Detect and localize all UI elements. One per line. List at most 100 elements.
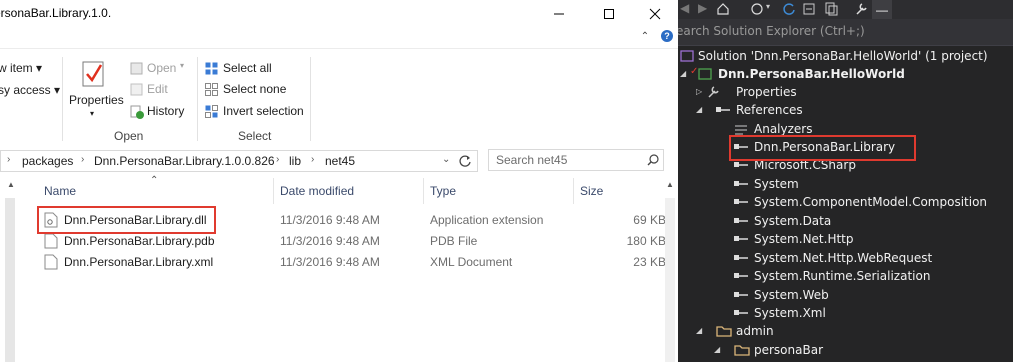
chevron-right-icon: › [81, 154, 85, 165]
select-all-icon [205, 62, 218, 75]
expanded-arrow-icon[interactable]: ◢ [714, 345, 720, 354]
edit-button[interactable]: Edit [130, 82, 168, 96]
maximize-button[interactable] [586, 0, 632, 27]
solution-explorer-panel: ◀ ▶ ▾ — earch Solution Explorer (Ctrl+;)… [678, 0, 1013, 362]
back-icon[interactable]: ◀ [680, 1, 689, 15]
scroll-up-icon[interactable]: ▲ [666, 180, 674, 189]
close-icon [649, 8, 661, 19]
reference-label: System.Runtime.Serialization [754, 269, 931, 283]
reference-label: System [754, 177, 799, 191]
reference-label: System.Net.Http.WebRequest [754, 251, 933, 265]
project-label: Dnn.PersonaBar.HelloWorld [718, 67, 905, 81]
refresh-icon[interactable] [458, 154, 472, 168]
properties-icon [82, 61, 104, 87]
solution-search-input[interactable]: earch Solution Explorer (Ctrl+;) [678, 19, 1013, 46]
solution-icon [680, 50, 694, 62]
open-icon [130, 62, 143, 75]
assembly-reference-icon [734, 255, 748, 260]
show-all-files-icon[interactable] [824, 2, 838, 16]
expanded-arrow-icon[interactable]: ◢ [696, 105, 702, 114]
invert-selection-label: Invert selection [223, 104, 304, 118]
expanded-arrow-icon[interactable]: ◢ [680, 69, 686, 78]
chevron-down-icon[interactable]: ▾ [766, 2, 770, 11]
collapse-ribbon-button[interactable]: ⌃ [638, 29, 652, 43]
file-list-scrollbar[interactable]: ▲ [662, 176, 678, 362]
file-date: 11/3/2016 9:48 AM [280, 234, 380, 248]
column-divider[interactable] [573, 178, 574, 204]
reference-label: System.Net.Http [754, 232, 854, 246]
breadcrumb-lib[interactable]: lib [289, 154, 301, 168]
edit-icon [130, 83, 143, 96]
file-icon [44, 233, 58, 249]
help-button[interactable]: ? [660, 29, 674, 43]
search-icon [647, 154, 659, 166]
assembly-reference-icon [734, 218, 748, 223]
close-button[interactable] [632, 0, 678, 27]
preview-toggle[interactable]: — [872, 0, 892, 19]
analyzer-icon [735, 125, 747, 135]
column-header-type[interactable]: Type [430, 184, 456, 198]
chevron-right-icon: › [276, 154, 280, 165]
history-icon [130, 105, 144, 119]
column-divider[interactable] [423, 178, 424, 204]
scrollbar-thumb[interactable] [5, 198, 15, 362]
wrench-icon[interactable] [854, 2, 868, 16]
chevron-right-icon: › [7, 154, 11, 165]
file-type: Application extension [430, 213, 544, 227]
ribbon-divider [310, 57, 311, 141]
properties-button[interactable]: Properties ▾ [68, 57, 124, 121]
file-row[interactable]: Dnn.PersonaBar.Library.xml 11/3/2016 9:4… [30, 252, 678, 273]
home-icon[interactable] [716, 2, 730, 16]
file-size: 180 KB [626, 234, 666, 248]
minus-icon: — [876, 3, 888, 17]
history-button[interactable]: History [130, 104, 184, 119]
column-header-size[interactable]: Size [580, 184, 603, 198]
file-type: XML Document [430, 255, 513, 269]
chevron-right-icon: › [311, 154, 315, 165]
open-label: Open [147, 61, 177, 75]
new-item-button[interactable]: w item ▾ [0, 61, 42, 75]
address-dropdown-icon[interactable]: ⌄ [442, 154, 450, 165]
minimize-button[interactable] [536, 0, 582, 27]
forward-icon[interactable]: ▶ [698, 1, 707, 15]
reference-label: System.ComponentModel.Composition [754, 195, 988, 209]
nav-pane-scrollbar[interactable]: ▲ [0, 176, 22, 362]
column-header-name[interactable]: Name [44, 184, 76, 198]
file-date: 11/3/2016 9:48 AM [280, 213, 380, 227]
assembly-reference-icon [734, 162, 748, 167]
sync-icon[interactable] [750, 2, 764, 16]
breadcrumb-packages[interactable]: packages [22, 154, 73, 168]
maximize-icon [604, 8, 614, 19]
folder-label: admin [736, 324, 774, 338]
column-divider[interactable] [273, 178, 274, 204]
edit-label: Edit [147, 82, 168, 96]
search-placeholder: Search net45 [496, 153, 568, 167]
new-item-label: w item [0, 61, 33, 75]
refresh-icon[interactable] [782, 2, 796, 16]
scrollbar-track[interactable] [665, 198, 675, 362]
file-size: 23 KB [633, 255, 666, 269]
select-all-label: Select all [223, 61, 272, 75]
open-button[interactable]: Open ▾ [130, 61, 184, 75]
breadcrumb-net45[interactable]: net45 [325, 154, 355, 168]
select-none-button[interactable]: Select none [205, 82, 286, 97]
easy-access-button[interactable]: sy access ▾ [0, 83, 60, 97]
collapsed-arrow-icon[interactable]: ▷ [696, 87, 702, 96]
search-input[interactable]: Search net45 [488, 149, 664, 171]
group-label-open: Open [114, 129, 144, 143]
collapse-all-icon[interactable] [802, 2, 816, 16]
expanded-arrow-icon[interactable]: ◢ [696, 326, 702, 335]
ribbon: w item ▾ sy access ▾ Properties ▾ Open ▾… [0, 48, 678, 145]
select-all-button[interactable]: Select all [205, 61, 272, 75]
breadcrumb-package-folder[interactable]: Dnn.PersonaBar.Library.1.0.0.826 [94, 154, 275, 168]
reference-label: System.Web [754, 288, 829, 302]
window-title: ersonaBar.Library.1.0. [0, 6, 112, 20]
invert-selection-button[interactable]: Invert selection [205, 104, 304, 119]
file-row[interactable]: Dnn.PersonaBar.Library.pdb 11/3/2016 9:4… [30, 231, 678, 252]
assembly-reference-icon [734, 236, 748, 241]
scroll-up-icon[interactable]: ▲ [7, 180, 15, 189]
folder-label: personaBar [754, 343, 824, 357]
easy-access-label: sy access [0, 83, 51, 97]
assembly-reference-icon [734, 292, 748, 297]
column-header-date[interactable]: Date modified [280, 184, 354, 198]
